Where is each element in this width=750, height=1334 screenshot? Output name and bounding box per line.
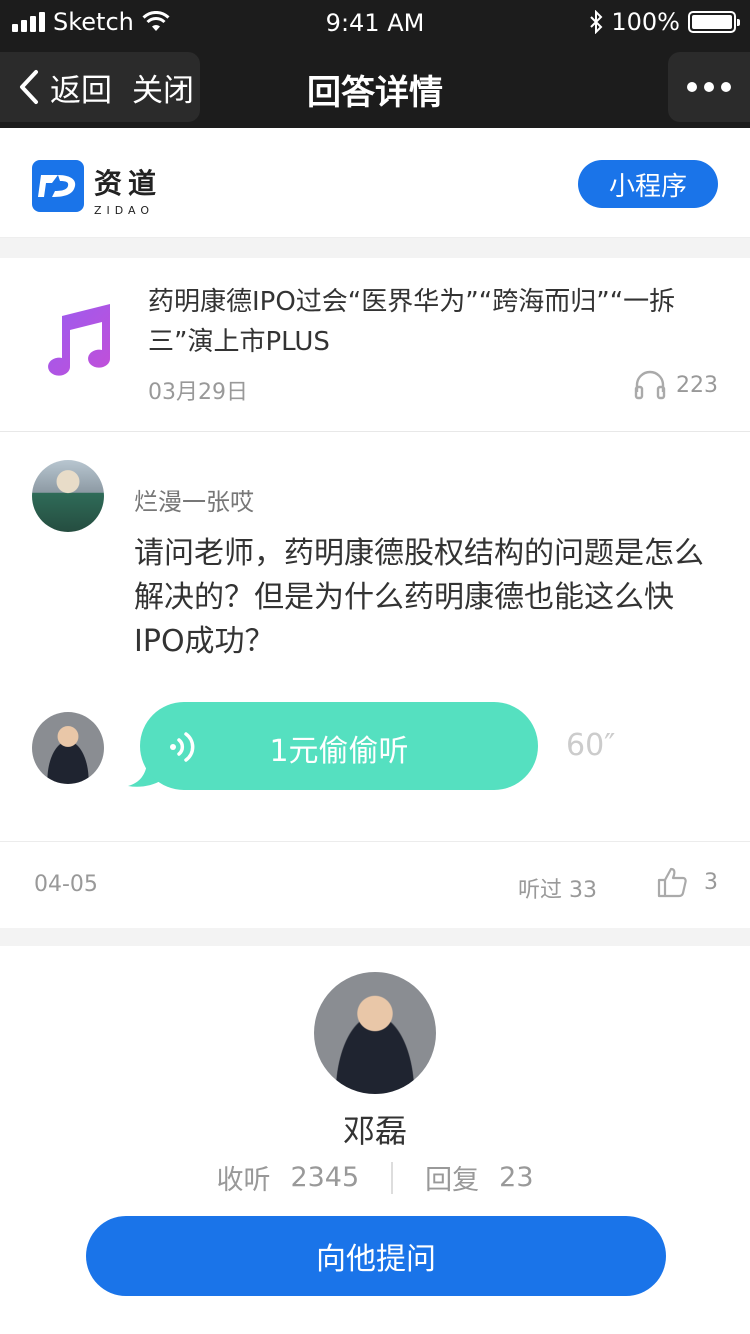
expert-avatar[interactable] xyxy=(314,972,436,1094)
brand-name-en: ZIDAO xyxy=(94,204,155,217)
paid-listen-label: 1元偷偷听 xyxy=(269,734,409,769)
ask-him-button[interactable]: 向他提问 xyxy=(86,1216,666,1296)
battery-icon xyxy=(688,11,740,33)
track-date: 03月29日 xyxy=(148,380,248,405)
stats-separator xyxy=(391,1161,394,1194)
more-icon xyxy=(687,82,697,92)
answer-date: 04-05 xyxy=(34,872,98,897)
asker-avatar[interactable] xyxy=(32,460,104,532)
qa-section: 烂漫一张哎 请问老师，药明康德股权结构的问题是怎么解决的？但是为什么药明康德也能… xyxy=(0,432,750,842)
asker-name: 烂漫一张哎 xyxy=(134,488,254,516)
reply-count: 23 xyxy=(499,1162,534,1193)
music-note-icon xyxy=(48,304,111,376)
answer-meta-row: 04-05 听过 33 3 xyxy=(0,842,750,928)
audio-track-card[interactable]: 药明康德IPO过会“医界华为”“跨海而归”“一拆三”演上市PLUS 03月29日… xyxy=(0,258,750,432)
battery-percent: 100% xyxy=(611,8,680,36)
track-title: 药明康德IPO过会“医界华为”“跨海而归”“一拆三”演上市PLUS xyxy=(148,287,676,357)
like-count: 3 xyxy=(704,869,718,895)
thumbs-up-icon xyxy=(657,867,687,898)
listened-count: 听过 33 xyxy=(518,878,597,903)
status-bar: Sketch 9:41 AM 100% xyxy=(0,0,750,46)
listen-count: 2345 xyxy=(290,1162,360,1193)
headphones-icon xyxy=(634,370,666,400)
page-title: 回答详情 xyxy=(307,73,443,113)
section-divider xyxy=(0,928,750,946)
paid-listen-button[interactable]: 1元偷偷听 xyxy=(140,702,538,790)
listen-label: 收听 xyxy=(216,1165,271,1196)
brand-name-cn: 资道 xyxy=(94,167,163,200)
answer-duration: 60″ xyxy=(566,728,616,763)
zidao-logo xyxy=(32,160,84,212)
section-divider xyxy=(0,238,750,258)
question-text: 请问老师，药明康德股权结构的问题是怎么解决的？但是为什么药明康德也能这么快IPO… xyxy=(134,536,704,659)
track-listen-number: 223 xyxy=(676,372,718,398)
like-button[interactable]: 3 xyxy=(656,866,718,898)
mini-program-button[interactable]: 小程序 xyxy=(578,160,718,208)
brand-wordmark: 资道 ZIDAO xyxy=(94,162,162,217)
expert-stats: 收听 2345 回复 23 xyxy=(0,1158,750,1197)
bluetooth-icon xyxy=(590,10,603,34)
answerer-avatar[interactable] xyxy=(32,712,104,784)
brand-bar: 资道 ZIDAO 小程序 xyxy=(0,128,750,238)
expert-name: 邓磊 xyxy=(342,1112,407,1150)
track-listen-count: 223 xyxy=(634,370,718,400)
more-menu-button[interactable] xyxy=(668,52,750,122)
nav-bar: 返回 关闭 回答详情 xyxy=(0,46,750,128)
reply-label: 回复 xyxy=(425,1165,480,1196)
expert-profile: 邓磊 收听 2345 回复 23 向他提问 xyxy=(0,946,750,1334)
